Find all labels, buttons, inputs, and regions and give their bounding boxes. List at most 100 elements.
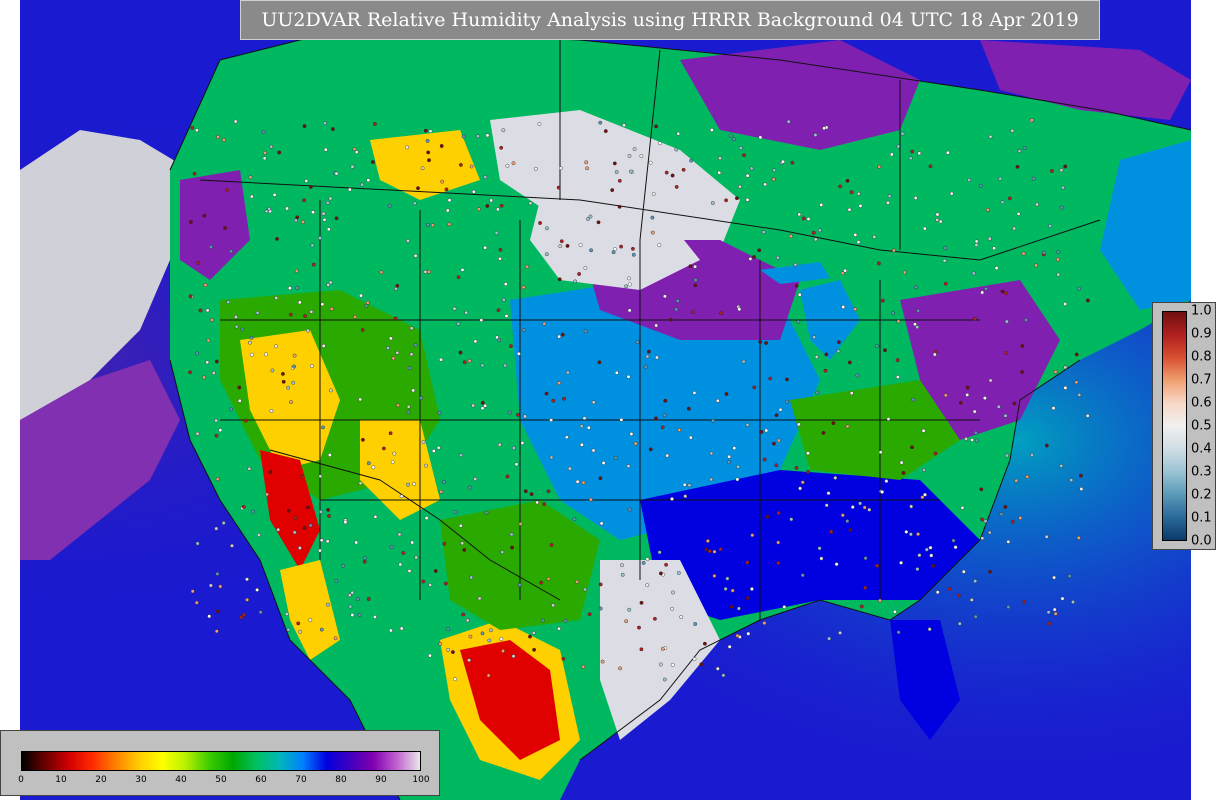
station-marker: [322, 217, 327, 222]
station-marker: [715, 666, 720, 671]
station-marker: [896, 144, 901, 149]
station-marker: [239, 615, 244, 620]
station-marker: [635, 340, 640, 345]
station-marker: [631, 252, 636, 257]
station-marker: [988, 378, 993, 383]
station-marker: [321, 425, 325, 430]
station-marker: [1074, 380, 1079, 385]
station-marker: [486, 673, 491, 678]
station-marker: [343, 520, 348, 525]
station-marker: [274, 344, 278, 349]
station-marker: [366, 597, 371, 601]
station-marker: [1010, 128, 1015, 133]
station-marker: [845, 424, 850, 429]
station-marker: [712, 549, 717, 554]
station-marker: [797, 292, 802, 297]
station-marker: [863, 585, 868, 590]
station-marker: [699, 662, 704, 667]
station-marker: [834, 562, 839, 567]
station-marker: [988, 569, 992, 574]
station-marker: [811, 230, 816, 235]
station-marker: [365, 300, 370, 305]
station-marker: [520, 441, 525, 445]
station-marker: [757, 248, 762, 253]
station-marker: [551, 398, 556, 403]
station-marker: [1012, 401, 1017, 406]
station-marker: [1014, 478, 1019, 483]
station-marker: [776, 540, 781, 545]
station-marker: [627, 308, 632, 313]
station-marker: [583, 587, 587, 592]
station-marker: [420, 166, 425, 171]
station-marker: [867, 507, 872, 512]
station-marker: [654, 124, 658, 129]
station-marker: [973, 579, 978, 583]
station-marker: [557, 277, 562, 282]
station-marker: [597, 360, 602, 365]
station-marker: [992, 246, 996, 251]
station-marker: [794, 283, 799, 288]
station-marker: [737, 307, 742, 312]
station-marker: [557, 626, 561, 631]
station-marker: [973, 316, 977, 321]
station-marker: [688, 264, 693, 269]
station-marker: [932, 352, 937, 357]
station-marker: [453, 510, 458, 514]
station-marker: [447, 222, 452, 227]
station-marker: [847, 360, 852, 365]
station-marker: [509, 532, 514, 537]
station-marker: [1048, 223, 1053, 228]
station-marker: [880, 298, 885, 303]
station-marker: [286, 627, 291, 632]
station-marker: [311, 262, 316, 267]
station-marker: [360, 328, 365, 332]
station-marker: [987, 236, 992, 241]
station-marker: [1005, 319, 1009, 324]
station-marker: [425, 138, 430, 143]
station-marker: [931, 563, 935, 568]
station-marker: [247, 466, 252, 471]
station-marker: [379, 270, 384, 275]
station-marker: [370, 160, 375, 164]
station-marker: [893, 609, 897, 614]
station-marker: [801, 216, 806, 221]
station-marker: [549, 418, 553, 422]
station-marker: [218, 428, 223, 433]
station-marker: [414, 555, 419, 560]
station-marker: [619, 244, 623, 249]
station-marker: [1046, 610, 1051, 615]
station-marker: [786, 119, 791, 124]
station-marker: [233, 119, 238, 124]
station-marker: [458, 350, 463, 355]
station-marker: [745, 197, 750, 202]
station-marker: [544, 391, 549, 396]
station-marker: [965, 392, 970, 397]
station-marker: [850, 505, 855, 509]
station-marker: [1056, 257, 1060, 262]
station-marker: [650, 215, 655, 220]
station-marker: [539, 580, 544, 585]
station-marker: [657, 550, 662, 555]
station-marker: [815, 390, 820, 395]
station-marker: [789, 234, 793, 239]
station-marker: [327, 514, 331, 518]
station-marker: [855, 373, 860, 378]
station-marker: [659, 571, 663, 576]
station-marker: [256, 533, 261, 537]
station-marker: [862, 505, 867, 510]
station-marker: [745, 596, 750, 600]
station-marker: [223, 225, 228, 230]
station-marker: [209, 317, 214, 322]
station-marker: [626, 464, 631, 468]
station-marker: [693, 283, 698, 288]
station-marker: [915, 325, 920, 329]
station-marker: [1031, 176, 1036, 181]
station-marker: [1059, 205, 1064, 210]
station-marker: [717, 170, 722, 175]
station-marker: [276, 527, 281, 532]
station-marker: [462, 548, 467, 552]
station-marker: [690, 310, 695, 314]
station-marker: [924, 547, 929, 552]
station-marker: [445, 208, 450, 213]
station-marker: [471, 189, 476, 194]
